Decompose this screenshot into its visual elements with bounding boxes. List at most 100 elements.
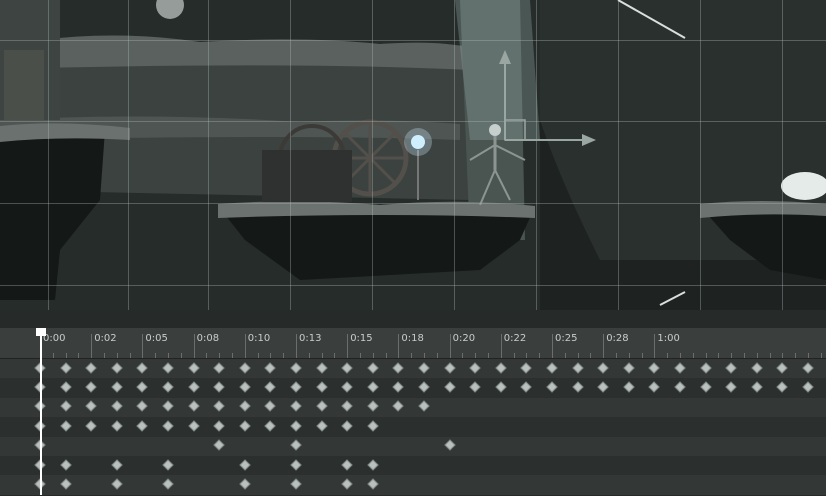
keyframe-diamond-icon[interactable] [315,362,328,374]
keyframe-diamond-icon[interactable] [239,459,251,471]
time-ruler[interactable]: 0:00 0:02 0:05 0:08 0:10 0:13 0:15 0:18 0:20 0:22… [0,328,826,359]
keyframe-diamond-icon[interactable] [392,381,405,393]
keyframe-diamond-icon[interactable] [111,459,123,471]
keyframe-diamond-icon[interactable] [290,439,302,451]
playhead[interactable] [40,328,42,495]
timeline-track-row[interactable] [0,397,826,419]
gizmo-x-arrow-icon[interactable] [582,134,596,146]
gizmo-plane-handle[interactable] [504,119,526,141]
keyframe-diamond-icon[interactable] [85,400,97,413]
keyframe-diamond-icon[interactable] [699,362,712,374]
keyframe-diamond-icon[interactable] [290,362,302,374]
keyframe-diamond-icon[interactable] [648,381,661,393]
keyframe-diamond-icon[interactable] [392,362,405,374]
keyframe-diamond-icon[interactable] [802,362,814,374]
keyframe-diamond-icon[interactable] [367,459,379,471]
timeline-track-row[interactable] [0,417,826,439]
keyframe-diamond-icon[interactable] [290,420,302,432]
keyframe-diamond-icon[interactable] [341,362,353,374]
keyframe-diamond-icon[interactable] [367,400,379,413]
keyframe-diamond-icon[interactable] [418,400,430,413]
keyframe-diamond-icon[interactable] [136,362,149,374]
keyframe-diamond-icon[interactable] [264,362,277,374]
timeline-track-row[interactable] [0,436,826,458]
keyframe-diamond-icon[interactable] [546,381,558,393]
keyframe-diamond-icon[interactable] [341,420,353,432]
keyframe-diamond-icon[interactable] [341,459,353,471]
timeline-track-row[interactable] [0,378,826,400]
keyframe-diamond-icon[interactable] [162,459,174,471]
keyframe-diamond-icon[interactable] [623,381,635,393]
keyframe-diamond-icon[interactable] [443,362,456,374]
keyframe-diamond-icon[interactable] [776,362,789,374]
keyframe-diamond-icon[interactable] [367,362,379,374]
keyframe-diamond-icon[interactable] [495,381,507,393]
keyframe-diamond-icon[interactable] [239,420,251,432]
keyframe-diamond-icon[interactable] [597,362,609,374]
keyframe-diamond-icon[interactable] [699,381,712,393]
keyframe-diamond-icon[interactable] [239,478,251,490]
keyframe-diamond-icon[interactable] [111,362,123,374]
keyframe-diamond-icon[interactable] [776,381,789,393]
keyframe-diamond-icon[interactable] [290,381,302,393]
keyframe-diamond-icon[interactable] [162,420,174,432]
timeline-track-row[interactable] [0,456,826,477]
keyframe-diamond-icon[interactable] [239,362,251,374]
keyframe-diamond-icon[interactable] [111,400,123,413]
keyframe-diamond-icon[interactable] [315,400,328,413]
keyframe-diamond-icon[interactable] [623,362,635,374]
keyframe-diamond-icon[interactable] [392,400,405,413]
keyframe-diamond-icon[interactable] [546,362,558,374]
keyframe-diamond-icon[interactable] [136,400,149,413]
scene-viewport[interactable] [0,0,826,310]
keyframe-diamond-icon[interactable] [418,381,430,393]
keyframe-diamond-icon[interactable] [213,362,225,374]
keyframe-diamond-icon[interactable] [648,362,661,374]
timeline-track-row[interactable] [0,475,826,496]
keyframe-diamond-icon[interactable] [290,478,302,490]
keyframe-diamond-icon[interactable] [315,420,328,432]
keyframe-diamond-icon[interactable] [725,381,737,393]
gizmo-y-arrow-icon[interactable] [499,50,511,64]
keyframe-diamond-icon[interactable] [674,381,686,393]
keyframe-diamond-icon[interactable] [59,400,72,413]
keyframe-diamond-icon[interactable] [367,478,379,490]
keyframe-diamond-icon[interactable] [59,478,72,490]
keyframe-diamond-icon[interactable] [264,420,277,432]
keyframe-diamond-icon[interactable] [495,362,507,374]
keyframe-diamond-icon[interactable] [239,381,251,393]
transform-gizmo[interactable] [0,0,826,310]
keyframe-diamond-icon[interactable] [802,381,814,393]
keyframe-diamond-icon[interactable] [418,362,430,374]
keyframe-diamond-icon[interactable] [341,400,353,413]
keyframe-diamond-icon[interactable] [571,381,584,393]
keyframe-diamond-icon[interactable] [162,478,174,490]
keyframe-diamond-icon[interactable] [469,381,481,393]
keyframe-diamond-icon[interactable] [290,459,302,471]
keyframe-diamond-icon[interactable] [162,362,174,374]
keyframe-diamond-icon[interactable] [162,381,174,393]
keyframe-diamond-icon[interactable] [725,362,737,374]
keyframe-diamond-icon[interactable] [367,420,379,432]
keyframe-diamond-icon[interactable] [59,381,72,393]
playhead-handle[interactable] [36,328,46,336]
keyframe-diamond-icon[interactable] [111,381,123,393]
keyframe-diamond-icon[interactable] [571,362,584,374]
keyframe-diamond-icon[interactable] [597,381,609,393]
keyframe-diamond-icon[interactable] [85,362,97,374]
keyframe-diamond-icon[interactable] [751,381,763,393]
keyframe-diamond-icon[interactable] [264,381,277,393]
keyframe-diamond-icon[interactable] [367,381,379,393]
keyframe-diamond-icon[interactable] [187,420,200,432]
keyframe-diamond-icon[interactable] [213,420,225,432]
keyframe-diamond-icon[interactable] [59,420,72,432]
keyframe-diamond-icon[interactable] [59,362,72,374]
keyframe-diamond-icon[interactable] [443,439,456,451]
keyframe-diamond-icon[interactable] [136,420,149,432]
keyframe-diamond-icon[interactable] [239,400,251,413]
keyframe-diamond-icon[interactable] [443,381,456,393]
keyframe-diamond-icon[interactable] [751,362,763,374]
keyframe-diamond-icon[interactable] [213,400,225,413]
keyframe-diamond-icon[interactable] [341,478,353,490]
keyframe-diamond-icon[interactable] [187,362,200,374]
